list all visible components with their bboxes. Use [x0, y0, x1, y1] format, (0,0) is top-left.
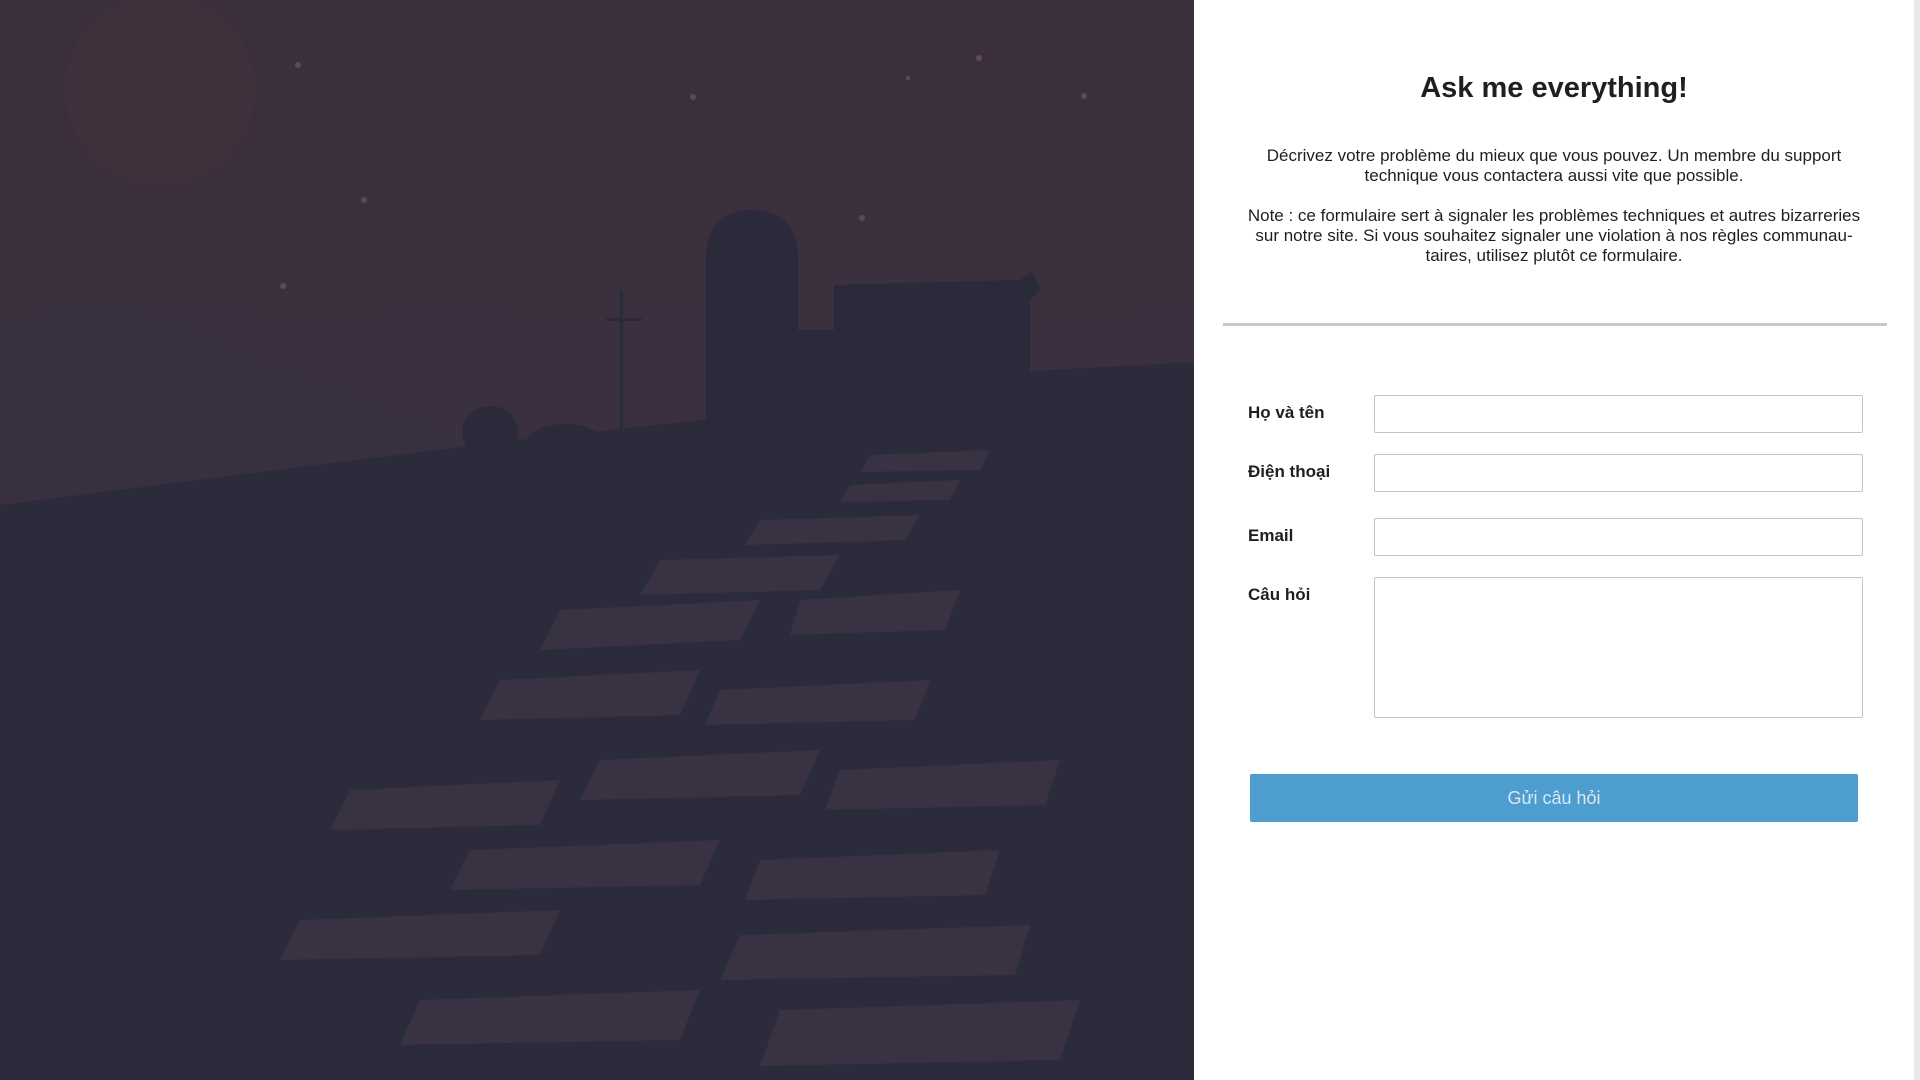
scrollbar-track[interactable] — [1914, 0, 1920, 1080]
email-field[interactable] — [1374, 518, 1863, 556]
question-label: Câu hỏi — [1248, 585, 1311, 604]
background-illustration — [0, 0, 1194, 1080]
form-description: Décrivez votre problème du mieux que vou… — [1244, 146, 1864, 286]
page: Ask me everything! Décrivez votre problè… — [0, 0, 1920, 1080]
description-text: Décrivez votre problème du mieux que vou… — [1266, 146, 1842, 185]
form-title: Ask me everything! — [1420, 72, 1688, 104]
note-text: Note : ce formulaire sert à signaler les… — [1247, 206, 1861, 265]
name-label: Họ và tên — [1248, 403, 1325, 422]
name-field[interactable] — [1374, 395, 1863, 433]
email-label: Email — [1248, 526, 1294, 545]
divider — [1223, 323, 1887, 326]
question-field[interactable] — [1374, 577, 1863, 718]
phone-label: Điện thoại — [1248, 462, 1331, 481]
support-form-panel: Ask me everything! Décrivez votre problè… — [1194, 0, 1914, 1080]
submit-button[interactable]: Gửi câu hỏi — [1250, 774, 1858, 822]
phone-field[interactable] — [1374, 454, 1863, 492]
